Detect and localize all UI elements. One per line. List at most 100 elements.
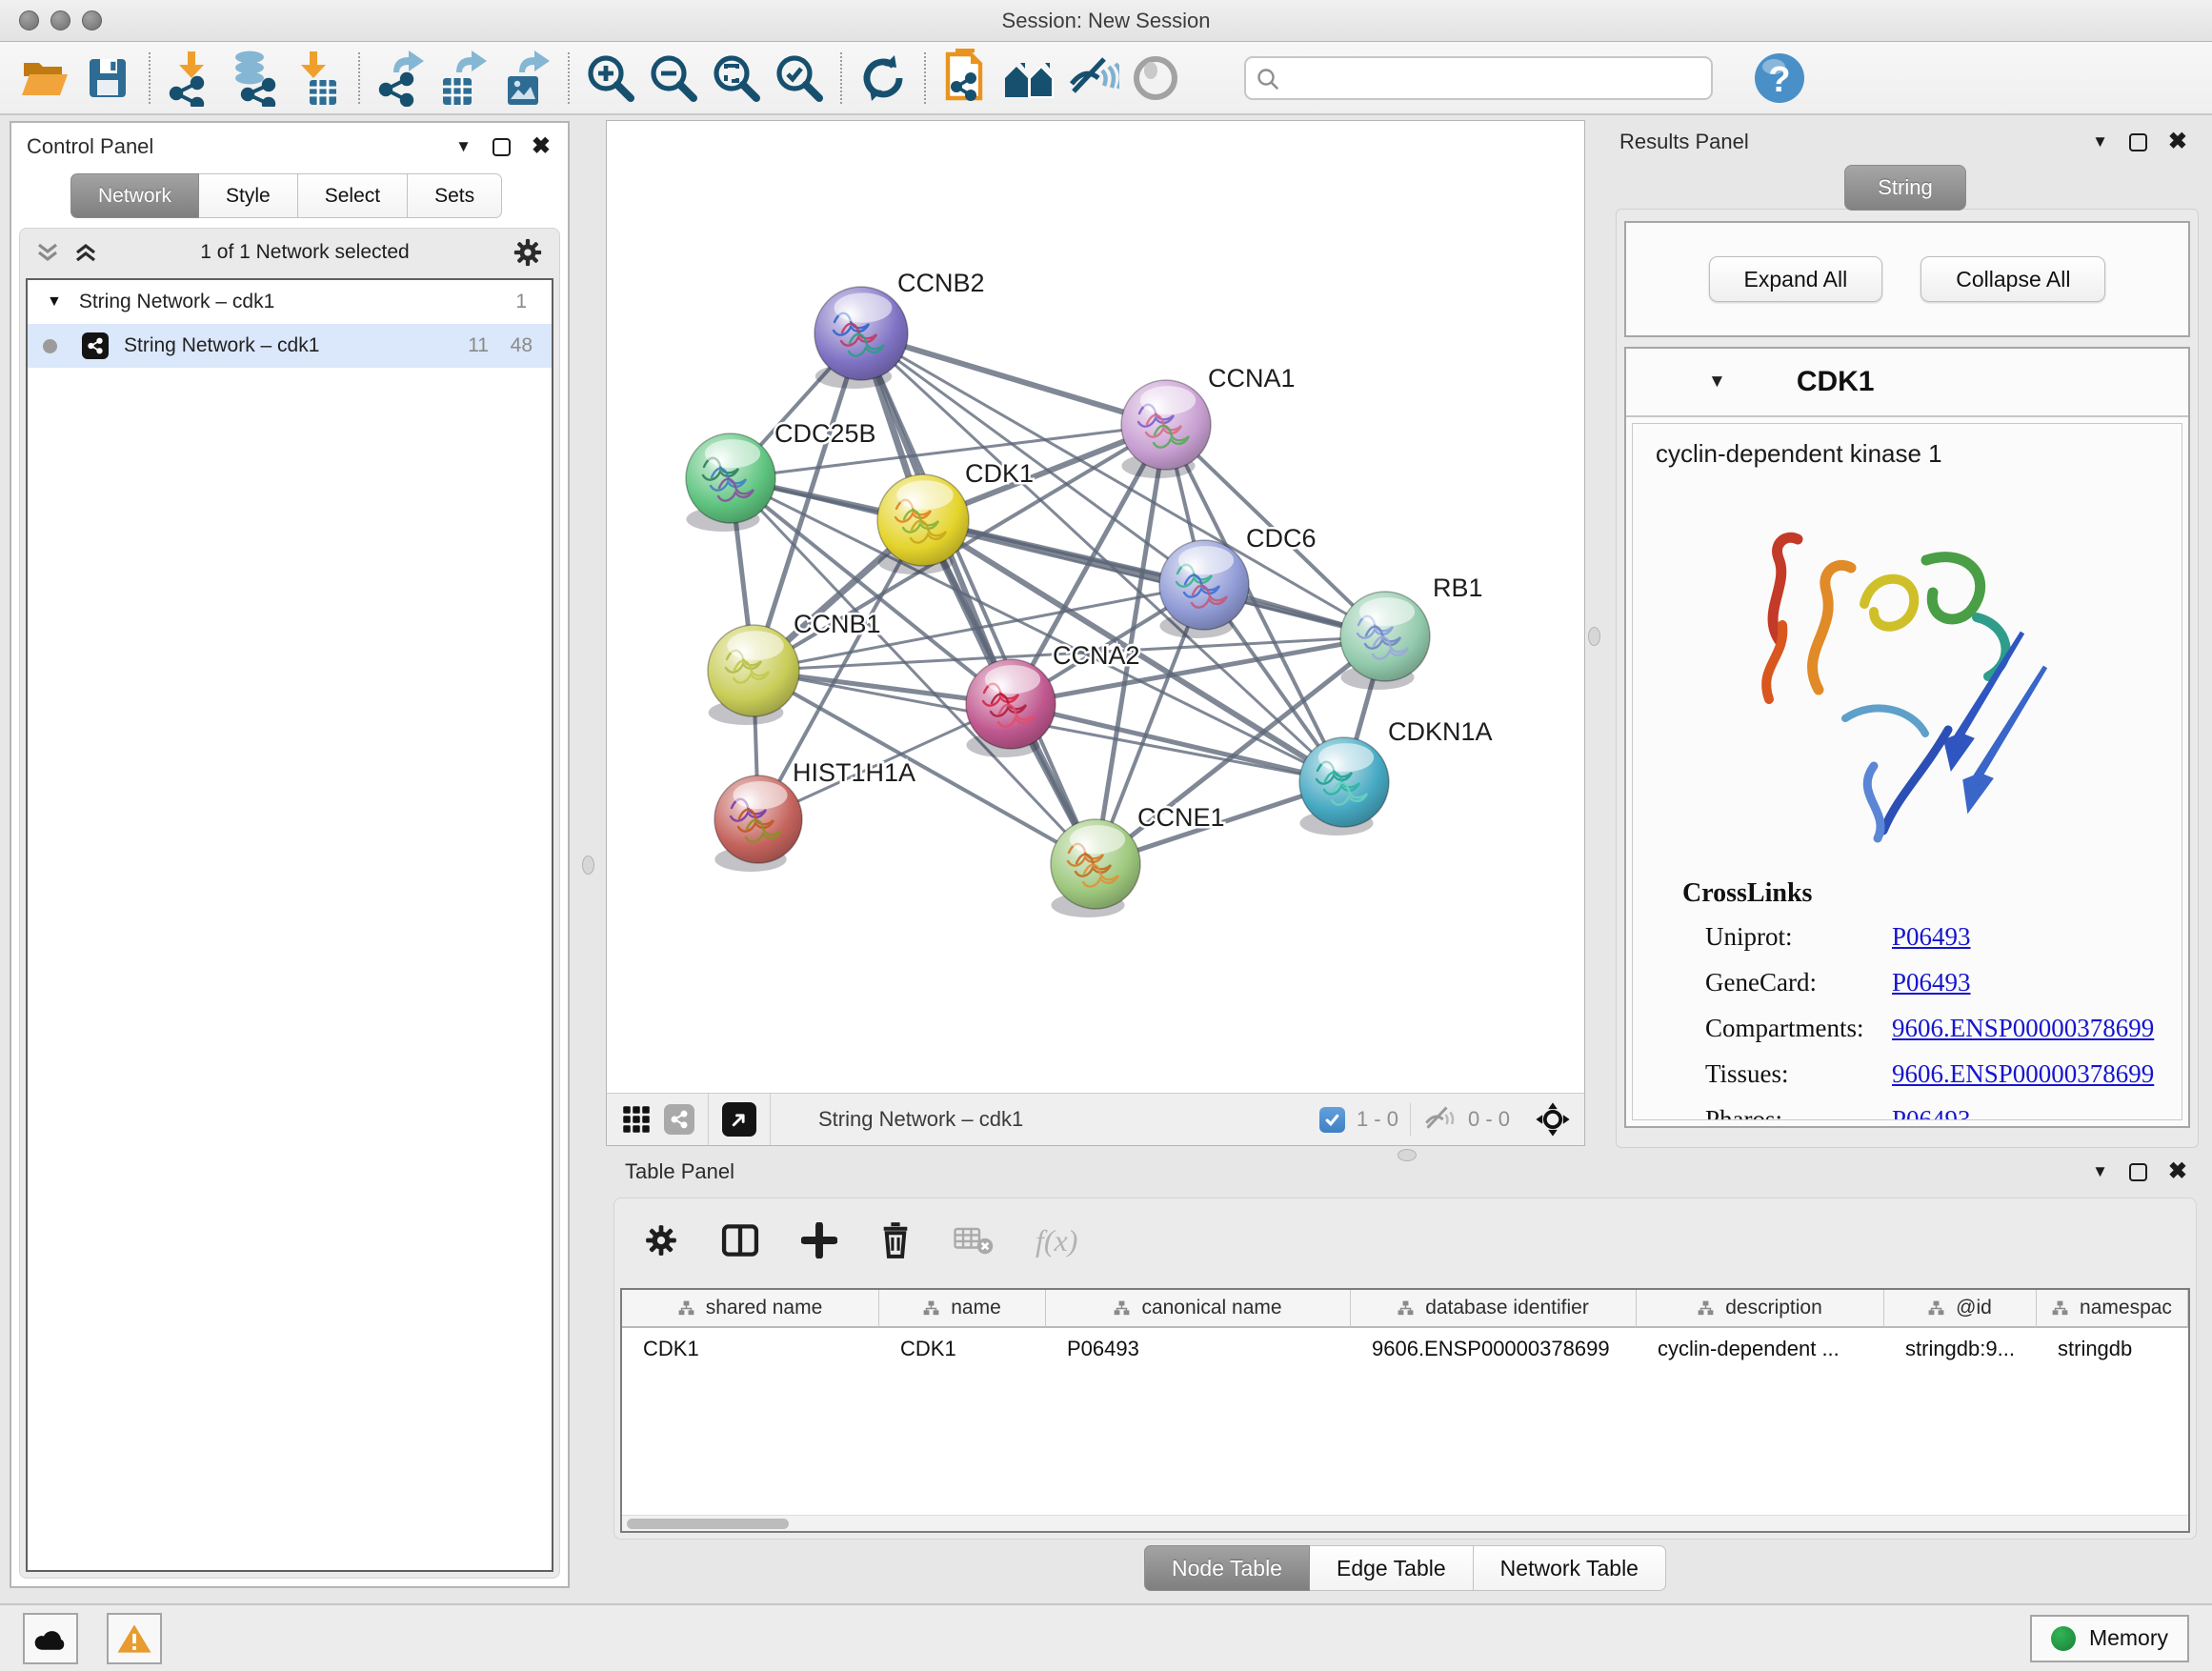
- table-cell[interactable]: CDK1: [622, 1328, 879, 1370]
- network-node-CCNB1[interactable]: CCNB1: [708, 610, 881, 725]
- table-cell[interactable]: cyclin-dependent ...: [1637, 1328, 1884, 1370]
- show-hide-graphics-button[interactable]: [998, 49, 1061, 108]
- table-cell[interactable]: 9606.ENSP00000378699: [1351, 1328, 1637, 1370]
- help-button[interactable]: ?: [1753, 51, 1806, 105]
- hide-selected-button[interactable]: [1061, 49, 1124, 108]
- export-network-button[interactable]: [370, 49, 432, 108]
- close-window-button[interactable]: [19, 10, 39, 30]
- selected-checkbox-icon[interactable]: [1319, 1107, 1345, 1133]
- column-header-shared-name[interactable]: shared name: [622, 1290, 879, 1328]
- export-image-button[interactable]: [495, 49, 558, 108]
- protein-card-header[interactable]: ▼ CDK1: [1626, 349, 2188, 417]
- expand-all-icon[interactable]: [73, 241, 98, 264]
- new-network-from-selection-button[interactable]: [935, 49, 998, 108]
- search-input[interactable]: [1244, 56, 1713, 100]
- import-table-button[interactable]: [286, 49, 349, 108]
- tab-string[interactable]: String: [1844, 165, 1965, 211]
- cloud-tasks-button[interactable]: [23, 1613, 78, 1664]
- toolbar-separator: [840, 52, 842, 104]
- splitter-grip[interactable]: [582, 856, 594, 875]
- network-node-CCNA1[interactable]: CCNA1: [1121, 364, 1296, 478]
- tab-network-table[interactable]: Network Table: [1474, 1545, 1666, 1591]
- refresh-view-button[interactable]: [852, 49, 915, 108]
- zoom-window-button[interactable]: [82, 10, 102, 30]
- column-header-name[interactable]: name: [879, 1290, 1046, 1328]
- column-header-canonical-name[interactable]: canonical name: [1046, 1290, 1351, 1328]
- delete-column-icon[interactable]: [879, 1221, 912, 1259]
- show-all-button[interactable]: [1124, 49, 1187, 108]
- export-table-button[interactable]: [432, 49, 495, 108]
- panel-collapse-icon[interactable]: ▼: [455, 137, 472, 156]
- open-session-button[interactable]: [13, 49, 76, 108]
- scrollbar-thumb[interactable]: [627, 1519, 789, 1529]
- panel-collapse-icon[interactable]: ▼: [2092, 132, 2108, 151]
- network-node-CDC6[interactable]: CDC6: [1159, 524, 1317, 638]
- zoom-in-button[interactable]: [579, 49, 642, 108]
- crosslink-link[interactable]: P06493: [1892, 1105, 1971, 1120]
- network-collection-row[interactable]: ▼ String Network – cdk1 1: [28, 280, 552, 324]
- table-cell[interactable]: P06493: [1046, 1328, 1351, 1370]
- expand-all-button[interactable]: Expand All: [1709, 256, 1883, 302]
- network-node-RB1[interactable]: RB1: [1340, 574, 1483, 690]
- show-columns-icon[interactable]: [721, 1222, 759, 1258]
- crosslink-link[interactable]: P06493: [1892, 968, 1971, 997]
- zoom-selected-button[interactable]: [768, 49, 831, 108]
- panel-close-icon[interactable]: ✖: [532, 135, 551, 158]
- panel-float-icon[interactable]: [2129, 133, 2147, 151]
- network-canvas[interactable]: CCNB2CCNA1CDC25BCDK1CDC6RB1CCNB1CCNA2CDK…: [607, 121, 1584, 1094]
- birdseye-grid-icon[interactable]: [622, 1105, 651, 1134]
- network-node-CDKN1A[interactable]: CDKN1A: [1299, 717, 1493, 836]
- view-network-title: String Network – cdk1: [818, 1107, 1023, 1132]
- table-cell[interactable]: CDK1: [879, 1328, 1046, 1370]
- panel-float-icon[interactable]: [2129, 1163, 2147, 1181]
- network-edge-CCNB2-CCNA1[interactable]: [861, 333, 1166, 425]
- tab-edge-table[interactable]: Edge Table: [1310, 1545, 1474, 1591]
- table-cell[interactable]: stringdb: [2037, 1328, 2188, 1370]
- network-options-gear-icon[interactable]: [512, 236, 544, 269]
- collection-expand-caret[interactable]: ▼: [47, 293, 62, 311]
- panel-close-icon[interactable]: ✖: [2168, 1160, 2187, 1183]
- table-options-gear-icon[interactable]: [643, 1222, 679, 1258]
- column-header-database-identifier[interactable]: database identifier: [1351, 1290, 1637, 1328]
- network-share-icon[interactable]: [664, 1104, 694, 1135]
- collapse-all-button[interactable]: Collapse All: [1920, 256, 2105, 302]
- network-edge-CCNA2-CDKN1A[interactable]: [1011, 704, 1344, 782]
- protein-expand-caret[interactable]: ▼: [1708, 372, 1726, 393]
- save-session-button[interactable]: [76, 49, 139, 108]
- column-header--id[interactable]: @id: [1884, 1290, 2037, 1328]
- tab-style[interactable]: Style: [199, 173, 298, 218]
- memory-button[interactable]: Memory: [2030, 1615, 2189, 1662]
- add-column-icon[interactable]: [801, 1222, 837, 1258]
- zoom-fit-button[interactable]: [705, 49, 768, 108]
- crosslink-link[interactable]: 9606.ENSP00000378699: [1892, 1059, 2154, 1089]
- import-network-from-database-button[interactable]: [223, 49, 286, 108]
- tab-network[interactable]: Network: [70, 173, 199, 218]
- collapse-all-icon[interactable]: [35, 241, 60, 264]
- column-header-namespac[interactable]: namespac: [2037, 1290, 2188, 1328]
- detach-view-icon[interactable]: [722, 1102, 756, 1137]
- splitter-grip[interactable]: [1588, 627, 1600, 646]
- network-row-selected[interactable]: String Network – cdk1 11 48: [28, 324, 552, 368]
- column-header-description[interactable]: description: [1637, 1290, 1884, 1328]
- tab-sets[interactable]: Sets: [408, 173, 502, 218]
- panel-float-icon[interactable]: [493, 138, 511, 156]
- table-cell[interactable]: stringdb:9...: [1884, 1328, 2037, 1370]
- panel-close-icon[interactable]: ✖: [2168, 131, 2187, 153]
- network-node-HIST1H1A[interactable]: HIST1H1A: [714, 758, 915, 872]
- table-row[interactable]: CDK1CDK1P064939606.ENSP00000378699cyclin…: [622, 1328, 2188, 1370]
- tab-node-table[interactable]: Node Table: [1144, 1545, 1310, 1591]
- network-node-CDC25B[interactable]: CDC25B: [686, 419, 876, 532]
- crosslink-link[interactable]: 9606.ENSP00000378699: [1892, 1014, 2154, 1043]
- minimize-window-button[interactable]: [50, 10, 70, 30]
- import-network-button[interactable]: [160, 49, 223, 108]
- table-horizontal-scrollbar[interactable]: [622, 1515, 2188, 1531]
- warnings-button[interactable]: [107, 1613, 162, 1664]
- pan-crosshair-icon[interactable]: [1535, 1101, 1571, 1137]
- zoom-out-button[interactable]: [642, 49, 705, 108]
- hidden-eye-icon[interactable]: [1422, 1105, 1457, 1134]
- splitter-grip[interactable]: [1398, 1149, 1417, 1161]
- panel-collapse-icon[interactable]: ▼: [2092, 1162, 2108, 1181]
- tab-select[interactable]: Select: [298, 173, 408, 218]
- crosslink-link[interactable]: P06493: [1892, 922, 1971, 952]
- cloud-icon: [32, 1624, 69, 1653]
